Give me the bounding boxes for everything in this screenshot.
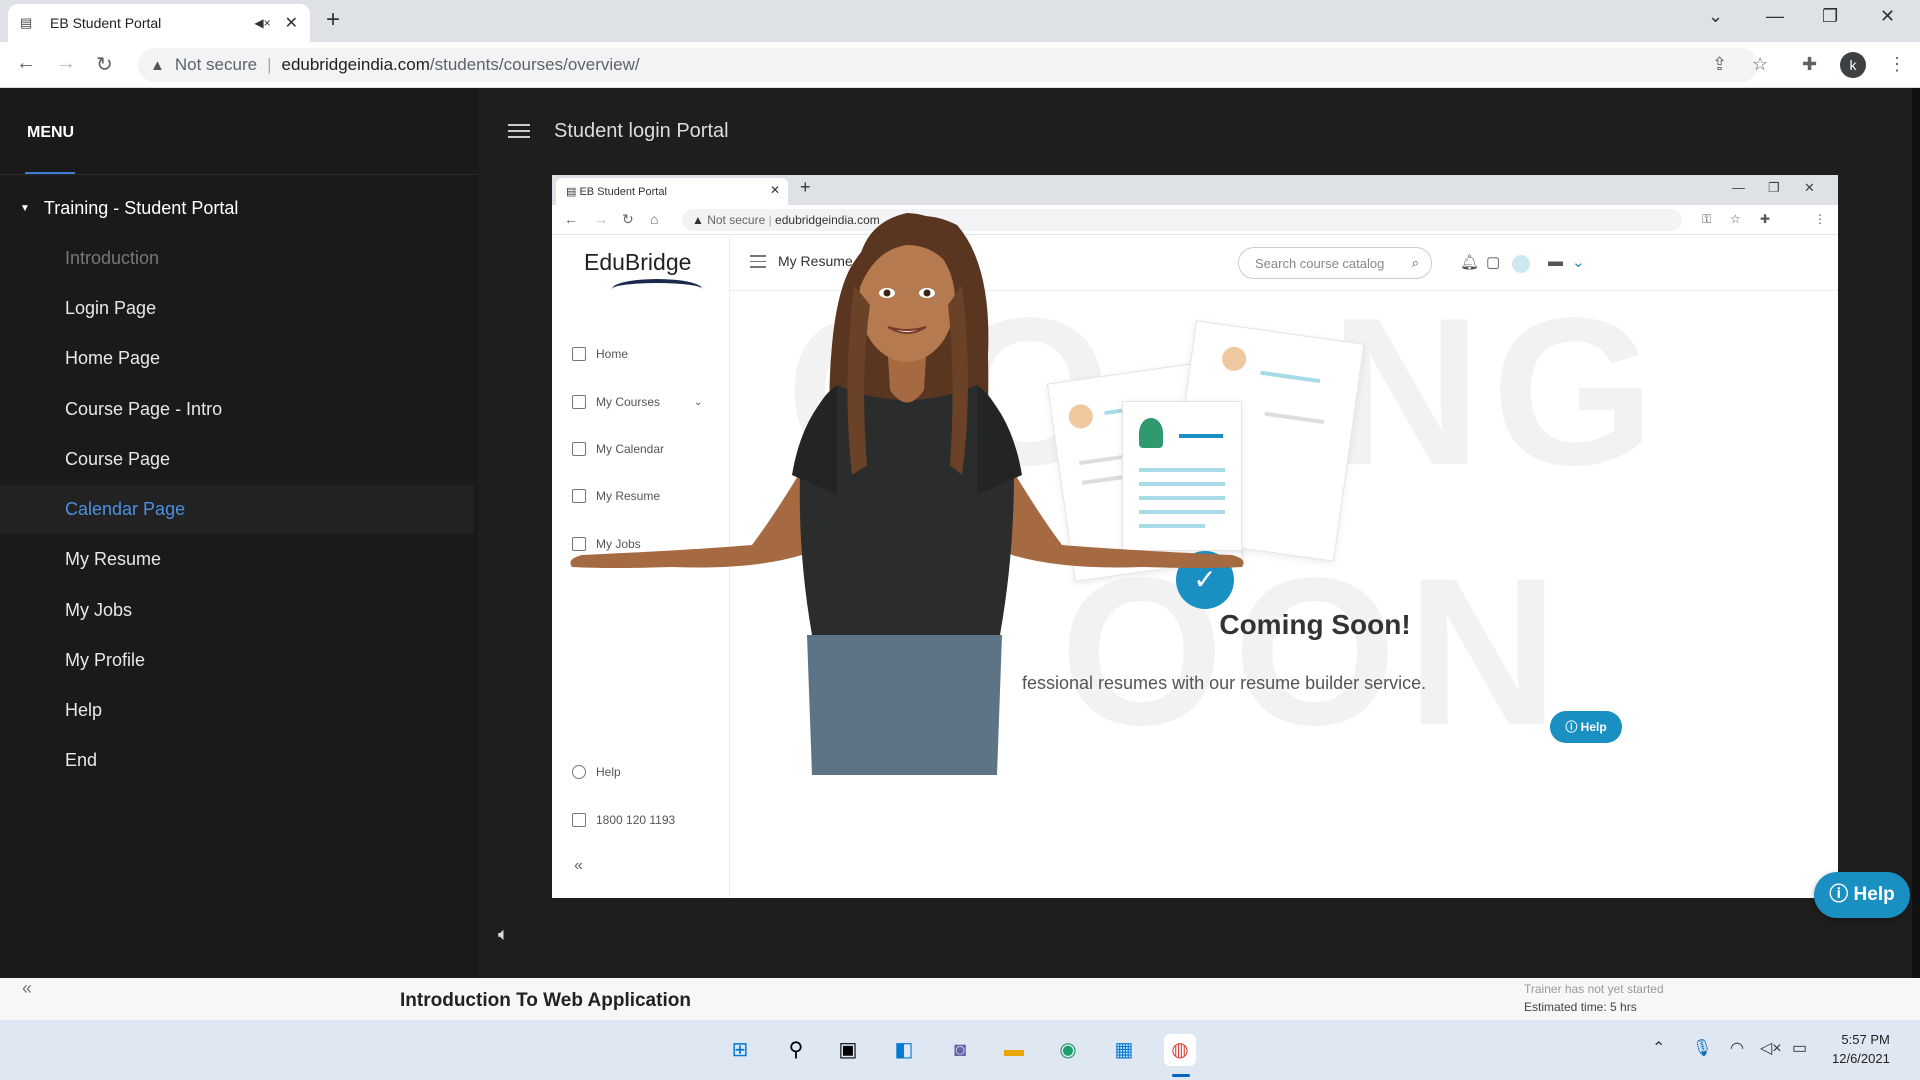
- browser-toolbar: ← → ↻ ▲ Not secure | edubridgeindia.com /…: [0, 42, 1920, 88]
- extensions-icon[interactable]: ✚: [1802, 54, 1817, 75]
- widgets-icon[interactable]: ◧: [888, 1034, 920, 1066]
- video-frame[interactable]: ▤ EB Student Portal ✕ + — ❐ ✕ ← → ↻ ⌂ ▲ …: [552, 175, 1838, 898]
- warning-icon: ▲: [150, 56, 165, 74]
- microphone-icon[interactable]: 🎙︎: [1692, 1038, 1712, 1058]
- url-host: edubridgeindia.com: [281, 55, 430, 74]
- url-separator: |: [267, 55, 272, 74]
- security-label: Not secure: [174, 55, 258, 74]
- tab-close-icon[interactable]: ✕: [285, 13, 298, 33]
- presenter-avatar-illustration: [570, 213, 1244, 775]
- minimize-button[interactable]: —: [1766, 6, 1784, 27]
- trainer-status: Trainer has not yet started: [1524, 982, 1664, 996]
- hamburger-menu-icon[interactable]: [508, 124, 530, 142]
- new-tab-button[interactable]: +: [326, 6, 340, 34]
- battery-icon[interactable]: ▭: [1792, 1038, 1807, 1058]
- profile-avatar[interactable]: k: [1840, 52, 1866, 78]
- microsoft-store-icon[interactable]: ▦: [1108, 1034, 1140, 1066]
- content-area: Student login Portal ▤ EB Student Portal…: [478, 88, 1912, 978]
- teams-chat-icon[interactable]: ◙: [944, 1034, 976, 1066]
- show-hidden-icons-icon[interactable]: ⌃: [1652, 1038, 1665, 1058]
- address-bar[interactable]: ▲ Not secure | edubridgeindia.com/studen…: [138, 48, 1758, 82]
- help-button[interactable]: ⓘ Help: [1814, 872, 1910, 918]
- windows-taskbar: ⊞ ⚲ ▣ ◧ ◙ ▬ ◉ ▦ ◍ ⌃ 🎙︎ ◠ ◁× ▭ 5:57 PM 12…: [0, 1020, 1920, 1080]
- browser-tab[interactable]: ▤ EB Student Portal ◀× ✕: [8, 4, 310, 42]
- volume-muted-icon[interactable]: ◁×: [1760, 1038, 1782, 1058]
- start-windows-icon[interactable]: ⊞: [724, 1034, 756, 1066]
- menu-item-home-page[interactable]: Home Page: [0, 334, 474, 382]
- tab-audio-icon[interactable]: ◀×: [254, 16, 270, 30]
- menu-item-my-jobs[interactable]: My Jobs: [0, 586, 474, 634]
- tab-title: EB Student Portal: [50, 15, 162, 31]
- help-button-label: Help: [1853, 884, 1895, 905]
- back-icon[interactable]: ←: [16, 52, 36, 75]
- bookmark-star-icon[interactable]: ☆: [1752, 54, 1768, 75]
- browser-tab-strip: ▤ EB Student Portal ◀× ✕ + ⌄ — ❐ ✕: [0, 0, 1920, 42]
- share-icon[interactable]: ⇪: [1712, 54, 1727, 75]
- active-app-indicator: [1172, 1074, 1190, 1077]
- section-toggle[interactable]: ▼ Training - Student Portal: [20, 198, 238, 219]
- menu-item-help[interactable]: Help: [0, 686, 474, 734]
- url-path: /students/courses/overview/: [429, 55, 640, 74]
- task-view-icon[interactable]: ▣: [832, 1034, 864, 1066]
- search-icon[interactable]: ⚲: [780, 1034, 812, 1066]
- menu-item-end[interactable]: End: [0, 736, 474, 784]
- course-menu-sidebar: MENU ▼ Training - Student Portal Introdu…: [0, 88, 478, 978]
- page: MENU ▼ Training - Student Portal Introdu…: [0, 88, 1920, 1020]
- browser-menu-icon[interactable]: ⋮: [1888, 54, 1906, 75]
- section-title: Training - Student Portal: [43, 198, 239, 218]
- volume-icon[interactable]: 🔈︎: [498, 924, 509, 945]
- menu-item-my-resume[interactable]: My Resume: [0, 535, 474, 583]
- file-explorer-icon[interactable]: ▬: [998, 1034, 1030, 1066]
- clock-date: 12/6/2021: [1832, 1051, 1890, 1066]
- menu-item-course-page-intro[interactable]: Course Page - Intro: [0, 385, 474, 433]
- caret-down-icon: ▼: [20, 203, 30, 214]
- close-window-button[interactable]: ✕: [1880, 6, 1895, 27]
- restore-button[interactable]: ❐: [1822, 6, 1838, 27]
- forward-icon[interactable]: →: [56, 52, 76, 75]
- menu-item-introduction[interactable]: Introduction: [0, 234, 474, 282]
- menu-item-my-profile[interactable]: My Profile: [0, 636, 474, 684]
- menu-title: MENU: [27, 124, 75, 141]
- collapse-left-icon[interactable]: «: [22, 978, 32, 999]
- edge-browser-icon[interactable]: ◉: [1052, 1034, 1084, 1066]
- course-title[interactable]: Introduction To Web Application: [400, 990, 691, 1012]
- menu-item-login-page[interactable]: Login Page: [0, 284, 474, 332]
- portal-favicon-icon: ▤: [20, 15, 33, 30]
- menu-item-course-page[interactable]: Course Page: [0, 435, 474, 483]
- reload-icon[interactable]: ↻: [96, 52, 113, 77]
- wifi-icon[interactable]: ◠: [1730, 1038, 1744, 1058]
- tab-search-icon[interactable]: ⌄: [1708, 6, 1723, 27]
- estimated-time: Estimated time: 5 hrs: [1524, 1000, 1637, 1014]
- menu-item-calendar-page[interactable]: Calendar Page: [0, 485, 474, 533]
- menu-divider: [0, 174, 478, 175]
- clock-time: 5:57 PM: [1841, 1032, 1890, 1047]
- chrome-browser-icon[interactable]: ◍: [1164, 1034, 1196, 1066]
- underlying-course-row: « Introduction To Web Application Traine…: [0, 978, 1920, 1020]
- portal-title: Student login Portal: [554, 120, 729, 142]
- system-clock[interactable]: 5:57 PM 12/6/2021: [1832, 1030, 1890, 1068]
